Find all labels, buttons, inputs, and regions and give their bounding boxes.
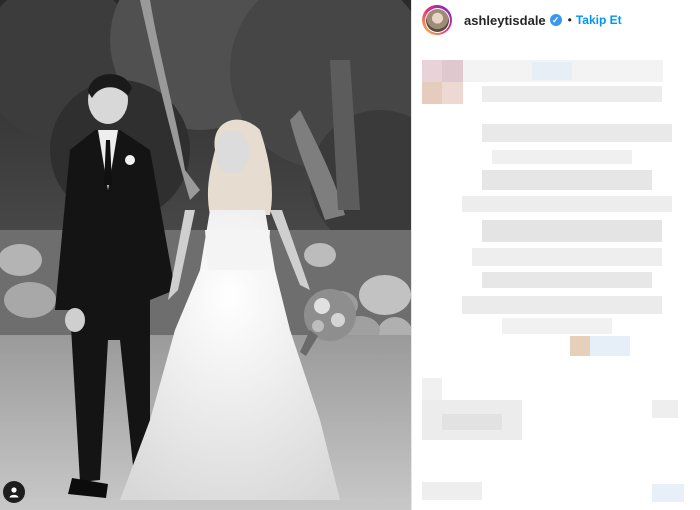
separator-dot: • xyxy=(567,13,572,27)
verified-badge-icon: ✓ xyxy=(549,14,562,26)
post-header: ashleytisdale ✓ • Takip Et xyxy=(422,4,622,36)
username-link[interactable]: ashleytisdale xyxy=(464,13,546,28)
post-sidebar: ashleytisdale ✓ • Takip Et xyxy=(412,0,700,510)
wedding-photo xyxy=(0,0,411,510)
blurred-caption xyxy=(422,60,684,505)
pixelated-comments xyxy=(422,60,684,502)
post-image[interactable] xyxy=(0,0,411,510)
person-tag-icon[interactable] xyxy=(3,481,25,503)
follow-button[interactable]: Takip Et xyxy=(576,13,622,27)
avatar[interactable] xyxy=(422,5,452,35)
avatar-picture xyxy=(425,8,449,32)
